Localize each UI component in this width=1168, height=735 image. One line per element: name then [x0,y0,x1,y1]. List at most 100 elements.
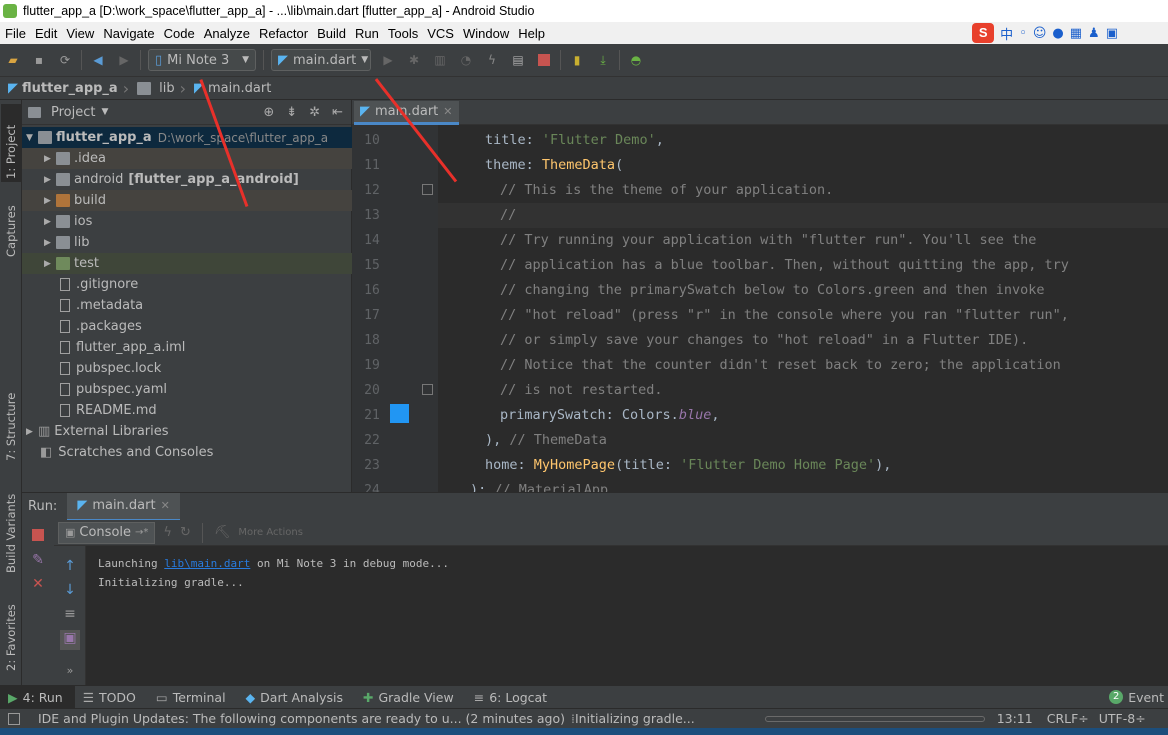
restore-layout-icon[interactable]: →* [135,527,148,538]
ime-skin-icon[interactable]: ♟ [1088,26,1100,41]
menu-analyze[interactable]: Analyze [199,26,254,41]
run-tab-main-dart[interactable]: ◤ main.dart ✕ [67,492,180,521]
tab-todo[interactable]: ☰ TODO [75,686,148,709]
close-icon[interactable]: ✕ [161,499,170,512]
hot-reload-icon[interactable]: ϟ [163,525,172,540]
menu-build[interactable]: Build [312,26,350,41]
expand-arrow-icon[interactable]: ▶ [44,217,56,227]
tab-dart-analysis[interactable]: ◆ Dart Analysis [238,686,355,709]
tree-item-android[interactable]: ▶ android [flutter_app_a_android] [22,169,352,190]
ime-grid-icon[interactable]: ▣ [1106,26,1118,41]
stop-icon[interactable] [30,529,46,545]
scroll-up-icon[interactable]: ↑ [62,558,78,574]
breadcrumb-lib[interactable]: lib [129,81,179,96]
ime-microphone-icon[interactable]: ● [1052,26,1063,41]
line-separator[interactable]: CRLF÷ [1047,711,1089,726]
close-icon[interactable]: ✕ [30,576,46,592]
ime-emoji-icon[interactable]: ☺ [1033,26,1047,41]
menu-run[interactable]: Run [350,26,383,41]
hot-restart-icon[interactable]: ↻ [180,525,191,540]
soft-wrap-icon[interactable]: ≡ [62,606,78,622]
color-swatch-icon[interactable] [390,404,409,423]
tree-item-iml[interactable]: flutter_app_a.iml [22,337,352,358]
fold-marker-icon[interactable] [422,384,433,395]
tree-item-test[interactable]: ▶ test [22,253,352,274]
tab-logcat[interactable]: ≡ 6: Logcat [466,686,559,709]
tree-item-external-libraries[interactable]: ▶ ▥ External Libraries [22,421,352,442]
more-actions-button[interactable]: More Actions [238,527,303,538]
caret-position[interactable]: 13:11 [997,711,1033,726]
print-icon[interactable]: ▣ [60,630,80,650]
debug-icon[interactable]: ✱ [406,52,422,68]
menu-refactor[interactable]: Refactor [254,26,312,41]
tab-favorites[interactable]: 2: Favorites [1,592,21,674]
status-progress[interactable]: Initializing gradle... [575,711,695,726]
tree-item-scratches[interactable]: ◧ Scratches and Consoles [22,442,352,463]
avd-manager-icon[interactable]: ▮ [569,52,585,68]
hide-panel-icon[interactable]: ⇤ [332,105,343,120]
tree-item-packages[interactable]: .packages [22,316,352,337]
profile-icon[interactable]: ◔ [458,52,474,68]
forward-icon[interactable]: ▶ [116,52,132,68]
menu-tools[interactable]: Tools [383,26,422,41]
breadcrumb-project[interactable]: ◤ flutter_app_a [0,81,123,96]
gear-icon[interactable]: ✲ [309,105,320,120]
expand-arrow-icon[interactable]: ▶ [44,259,56,269]
collapse-all-icon[interactable]: ⇟ [286,105,297,120]
toggle-tool-windows-icon[interactable] [8,712,20,725]
tree-item-ios[interactable]: ▶ ios [22,211,352,232]
tree-item-build[interactable]: ▶ build [22,190,352,211]
sync-icon[interactable]: ⟳ [57,52,73,68]
tree-item-pubspec-lock[interactable]: pubspec.lock [22,358,352,379]
run-icon[interactable]: ▶ [380,52,396,68]
expand-arrow-icon[interactable]: ▶ [26,427,38,437]
tab-console[interactable]: ▣ Console →* [58,521,156,544]
tree-root[interactable]: ▼ flutter_app_a D:\work_space\flutter_ap… [22,127,352,148]
expand-arrow-icon[interactable]: ▶ [44,238,56,248]
tree-item-metadata[interactable]: .metadata [22,295,352,316]
apply-changes-icon[interactable]: ▤ [510,52,526,68]
tree-item-pubspec-yaml[interactable]: pubspec.yaml [22,379,352,400]
back-icon[interactable]: ◀ [90,52,106,68]
menu-file[interactable]: File [0,26,30,41]
menu-edit[interactable]: Edit [30,26,61,41]
ime-language-indicator[interactable]: 中 [1000,24,1013,43]
more-actions-icon[interactable]: ⛏ [214,525,231,540]
chevron-down-icon[interactable]: ▼ [101,107,108,117]
stop-icon[interactable] [536,52,552,68]
tree-item-idea[interactable]: ▶ . idea [22,148,352,169]
expand-arrow-icon[interactable]: ▶ [44,154,56,164]
console-file-link[interactable]: lib\main.dart [164,557,250,570]
tree-item-gitignore[interactable]: .gitignore [22,274,352,295]
more-icon[interactable]: » [62,664,78,677]
project-view-selector[interactable]: Project [51,105,95,120]
ime-punctuation-icon[interactable]: ◦ [1019,26,1027,41]
status-message[interactable]: IDE and Plugin Updates: The following co… [38,711,565,726]
close-icon[interactable]: ✕ [443,105,452,118]
menu-window[interactable]: Window [458,26,513,41]
sdk-manager-icon[interactable]: ⤓ [595,52,611,68]
scroll-down-icon[interactable]: ↓ [62,582,78,598]
expand-arrow-icon[interactable]: ▶ [44,175,56,185]
tab-terminal[interactable]: ▭ Terminal [148,686,238,709]
tab-run[interactable]: ▶ 4: Run [0,685,75,709]
menu-view[interactable]: View [61,26,98,41]
hot-reload-icon[interactable]: ϟ [484,52,500,68]
menu-vcs[interactable]: VCS [422,26,458,41]
tree-item-readme[interactable]: README.md [22,400,352,421]
fold-marker-icon[interactable] [422,184,433,195]
menu-code[interactable]: Code [159,26,199,41]
console-output[interactable]: Launching lib\main.dart on Mi Note 3 in … [86,546,1168,685]
menu-navigate[interactable]: Navigate [98,26,158,41]
save-all-icon[interactable]: ▪ [31,52,47,68]
run-config-selector[interactable]: ◤ main.dart ▼ [271,49,371,71]
android-icon[interactable]: ◓ [628,52,644,68]
expand-arrow-icon[interactable]: ▼ [26,133,38,143]
open-folder-icon[interactable]: ▰ [5,52,21,68]
file-encoding[interactable]: UTF-8÷ [1099,711,1146,726]
tab-captures[interactable]: Captures [1,192,21,260]
expand-arrow-icon[interactable]: ▶ [44,196,56,206]
tab-structure[interactable]: 7: Structure [1,380,21,464]
tab-project[interactable]: 1: Project [1,104,21,182]
coverage-icon[interactable]: ▥ [432,52,448,68]
